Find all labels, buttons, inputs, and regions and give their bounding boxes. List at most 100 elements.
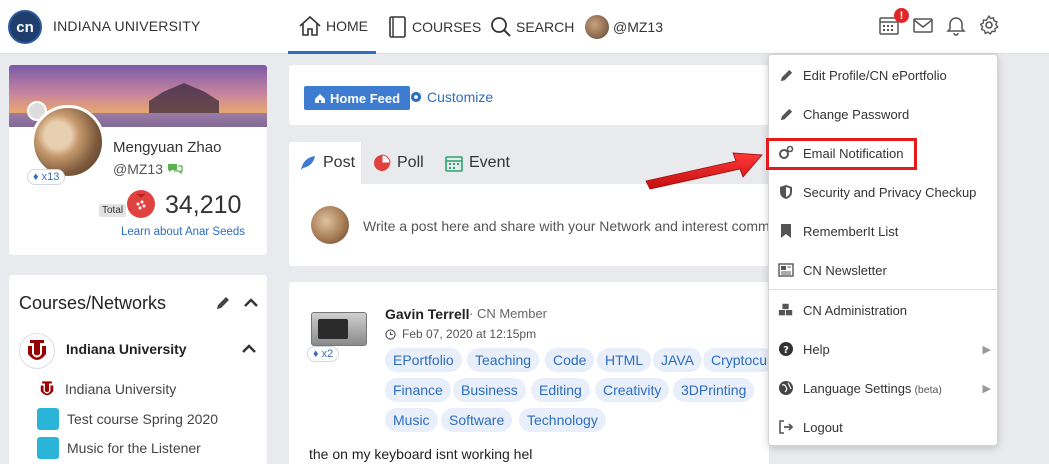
svg-text:?: ? (783, 345, 789, 356)
total-label: Total (99, 204, 127, 217)
chevron-right-icon: ▶ (982, 343, 991, 356)
post-card: ♦ x2 Gavin Terrell · CN Member Feb 07, 2… (289, 282, 769, 464)
network-name[interactable]: Indiana University (66, 341, 187, 357)
post-author[interactable]: Gavin Terrell (385, 306, 470, 322)
menu-item-newsletter[interactable]: CN Newsletter (769, 251, 999, 289)
home-feed-label: Home Feed (330, 90, 401, 106)
clock-icon (385, 328, 396, 340)
chevron-up-icon[interactable] (243, 295, 259, 311)
gear-icon[interactable] (978, 14, 1000, 36)
calendar-icon (445, 154, 463, 172)
globe-icon (778, 380, 794, 396)
nav-user-profile[interactable]: @MZ13 (585, 0, 663, 54)
course-item-label: Test course Spring 2020 (67, 411, 218, 427)
post-body: the on my keyboard isnt working hel (309, 446, 533, 462)
course-icon (37, 408, 59, 430)
profile-badge-count-text: x13 (41, 171, 60, 183)
question-circle-icon: ? (778, 341, 794, 357)
iu-trident-icon (37, 379, 57, 399)
feather-icon (299, 154, 317, 172)
pencil-icon[interactable] (215, 295, 231, 311)
post-badge-count-text: x2 (321, 348, 334, 360)
menu-item-change-password[interactable]: Change Password (769, 95, 999, 133)
profile-avatar[interactable] (31, 105, 105, 179)
course-icon (37, 437, 59, 459)
gear-icon (409, 90, 423, 104)
menu-item-rememberit[interactable]: RememberIt List (769, 212, 999, 250)
menu-divider (769, 289, 999, 290)
annotation-arrow-icon (645, 152, 763, 190)
tag-chip[interactable]: Finance (385, 378, 451, 402)
home-icon (314, 93, 326, 104)
tag-chip[interactable]: HTML (597, 348, 652, 372)
post-date: Feb 07, 2020 at 12:15pm (385, 327, 536, 341)
chat-icon[interactable] (167, 162, 183, 176)
menu-item-security-privacy[interactable]: Security and Privacy Checkup (769, 173, 999, 211)
menu-item-label: CN Administration (803, 302, 908, 318)
mail-icon[interactable] (912, 14, 934, 36)
menu-item-logout[interactable]: Logout (769, 408, 999, 446)
profile-handle: @MZ13 (113, 161, 163, 177)
menu-item-label: Change Password (803, 106, 910, 122)
tag-chip[interactable]: 3DPrinting (673, 378, 755, 402)
settings-dropdown: Edit Profile/CN ePortfolio Change Passwo… (768, 54, 999, 446)
tab-post[interactable]: Post (289, 142, 361, 184)
menu-item-label: Logout (803, 419, 843, 435)
learn-anar-seeds-link[interactable]: Learn about Anar Seeds (121, 226, 245, 238)
nav-home-label: HOME (326, 17, 368, 34)
tag-chip[interactable]: Business (453, 378, 526, 402)
tab-event[interactable]: Event (445, 142, 510, 184)
post-author-avatar[interactable] (311, 312, 367, 346)
tag-chip[interactable]: Editing (531, 378, 590, 402)
tag-chip[interactable]: Music (385, 408, 438, 432)
pencil-icon (778, 106, 794, 122)
nav-search[interactable]: SEARCH (490, 0, 574, 54)
iu-logo[interactable] (19, 333, 55, 369)
tag-chip[interactable]: EPortfolio (385, 348, 462, 372)
menu-item-cn-administration[interactable]: CN Administration (769, 291, 999, 329)
tag-chip[interactable]: Code (545, 348, 595, 372)
nav-courses-label: COURSES (412, 19, 482, 35)
post-badge-count: ♦ x2 (307, 346, 340, 362)
menu-item-edit-profile[interactable]: Edit Profile/CN ePortfolio (769, 56, 999, 94)
tag-chip[interactable]: Creativity (595, 378, 670, 402)
tag-chip[interactable]: Technology (519, 408, 606, 432)
cn-logo[interactable]: cn (8, 10, 42, 44)
courses-title: Courses/Networks (19, 293, 167, 313)
points-value: 34,210 (165, 191, 242, 219)
tag-chip[interactable]: Teaching (467, 348, 540, 372)
nav-courses[interactable]: COURSES (388, 0, 481, 54)
language-settings-text: Language Settings (803, 380, 912, 396)
beta-label: (beta) (914, 383, 942, 396)
post-input[interactable]: Write a post here and share with your Ne… (363, 218, 769, 234)
shield-icon (778, 184, 794, 200)
menu-item-language-settings[interactable]: Language Settings (beta) ▶ (769, 369, 999, 407)
tag-chip[interactable]: JAVA (653, 348, 702, 372)
chevron-up-icon[interactable] (241, 341, 257, 357)
customize-label: Customize (427, 89, 494, 105)
profile-card: ♦ x13 Mengyuan Zhao @MZ13 Total 34,210 L… (9, 65, 267, 255)
nav-home[interactable]: HOME (288, 0, 376, 54)
chevron-right-icon: ▶ (982, 382, 991, 395)
newspaper-icon (778, 262, 794, 278)
search-icon (490, 16, 512, 38)
customize-link[interactable]: Customize (409, 89, 493, 105)
menu-item-help[interactable]: ? Help ▶ (769, 330, 999, 368)
menu-item-label: Edit Profile/CN ePortfolio (803, 67, 947, 83)
highlight-box (766, 138, 917, 170)
composer-avatar (311, 206, 349, 244)
tab-poll[interactable]: Poll (373, 142, 424, 184)
course-item[interactable]: Test course Spring 2020 (37, 408, 218, 430)
course-item-label: Music for the Listener (67, 440, 201, 456)
org-name: INDIANA UNIVERSITY (53, 18, 201, 34)
course-item[interactable]: Music for the Listener (37, 437, 201, 459)
tag-chip[interactable]: Software (441, 408, 513, 432)
tag-chip[interactable]: Cryptocu (703, 348, 769, 372)
tab-poll-label: Poll (397, 154, 424, 171)
bell-icon[interactable] (946, 14, 966, 36)
course-item[interactable]: Indiana University (37, 379, 176, 399)
home-feed-button[interactable]: Home Feed (304, 86, 411, 110)
profile-name[interactable]: Mengyuan Zhao (113, 139, 221, 156)
courses-networks-card: Courses/Networks Indiana University Indi… (9, 275, 267, 464)
logout-icon (778, 419, 794, 435)
